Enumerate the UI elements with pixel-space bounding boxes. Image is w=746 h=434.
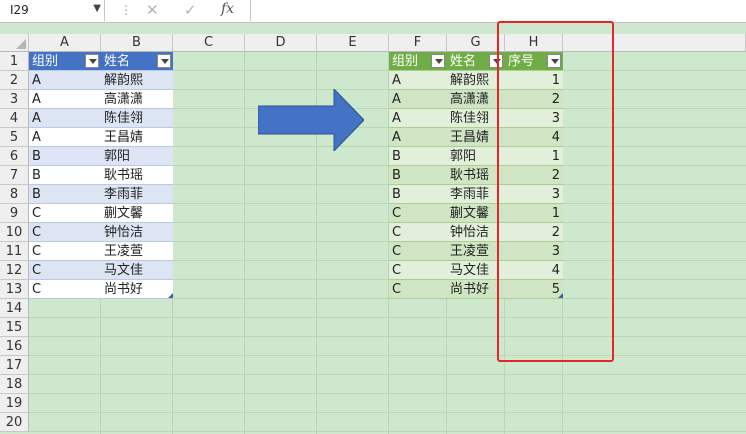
result-table-cell[interactable]: A: [389, 109, 447, 128]
row-header-13[interactable]: 13: [0, 280, 29, 299]
source-table-cell[interactable]: 郭阳: [101, 147, 173, 166]
formula-bar-grip-icon: ⋮: [120, 3, 132, 17]
column-header-d[interactable]: D: [245, 34, 317, 52]
source-table-cell[interactable]: C: [29, 242, 101, 261]
row-header-3[interactable]: 3: [0, 90, 29, 109]
gridline: [29, 412, 746, 413]
select-all-button[interactable]: [0, 34, 29, 52]
row-header-19[interactable]: 19: [0, 394, 29, 413]
source-table-cell[interactable]: 钟怡洁: [101, 223, 173, 242]
source-table-cell[interactable]: 耿书瑶: [101, 166, 173, 185]
source-table-cell[interactable]: C: [29, 261, 101, 280]
enter-icon[interactable]: ✓: [184, 1, 197, 19]
source-table-cell[interactable]: C: [29, 223, 101, 242]
row-header-12[interactable]: 12: [0, 261, 29, 280]
result-table-cell[interactable]: C: [389, 280, 447, 299]
row-header-11[interactable]: 11: [0, 242, 29, 261]
cancel-icon[interactable]: ✕: [146, 1, 159, 19]
source-table-cell[interactable]: A: [29, 128, 101, 147]
insert-function-icon[interactable]: fx: [221, 1, 234, 17]
result-table-cell[interactable]: C: [389, 242, 447, 261]
row-header-1[interactable]: 1: [0, 52, 29, 71]
row-header-20[interactable]: 20: [0, 413, 29, 432]
row-header-14[interactable]: 14: [0, 299, 29, 318]
row-header-9[interactable]: 9: [0, 204, 29, 223]
column-header-e[interactable]: E: [317, 34, 389, 52]
result-table-cell[interactable]: A: [389, 71, 447, 90]
source-table-cell[interactable]: 马文佳: [101, 261, 173, 280]
highlight-box: [497, 21, 614, 362]
result-table-cell[interactable]: B: [389, 147, 447, 166]
source-table-cell[interactable]: 陈佳翎: [101, 109, 173, 128]
row-header-17[interactable]: 17: [0, 356, 29, 375]
filter-dropdown-icon[interactable]: [157, 54, 171, 68]
table-resize-handle[interactable]: [168, 293, 173, 298]
source-table-cell[interactable]: 王昌婧: [101, 128, 173, 147]
source-table-cell[interactable]: 解韵熙: [101, 71, 173, 90]
result-table-cell[interactable]: C: [389, 204, 447, 223]
source-table-cell[interactable]: 蒯文馨: [101, 204, 173, 223]
gridline: [29, 374, 746, 375]
column-header-a[interactable]: A: [29, 34, 101, 52]
result-table-cell[interactable]: B: [389, 166, 447, 185]
source-table-cell[interactable]: A: [29, 109, 101, 128]
column-header-f[interactable]: F: [389, 34, 447, 52]
result-table-cell[interactable]: A: [389, 90, 447, 109]
gridline: [29, 355, 746, 356]
gridline: [29, 336, 746, 337]
row-header-4[interactable]: 4: [0, 109, 29, 128]
source-table-cell[interactable]: 高潇潇: [101, 90, 173, 109]
name-box-value: I29: [10, 3, 29, 17]
gridline: [244, 52, 245, 434]
source-table-cell[interactable]: 尚书好: [101, 280, 173, 299]
gridline: [29, 393, 746, 394]
source-table-cell[interactable]: 李雨菲: [101, 185, 173, 204]
source-table-cell[interactable]: B: [29, 166, 101, 185]
source-table-cell[interactable]: B: [29, 185, 101, 204]
source-table-cell[interactable]: C: [29, 280, 101, 299]
row-header-5[interactable]: 5: [0, 128, 29, 147]
row-header-7[interactable]: 7: [0, 166, 29, 185]
name-box-dropdown-icon[interactable]: ▼: [93, 3, 101, 14]
result-table-cell[interactable]: C: [389, 261, 447, 280]
right-arrow-icon: [258, 89, 364, 151]
arrow-shape: [258, 89, 364, 151]
result-table-cell[interactable]: B: [389, 185, 447, 204]
row-header-18[interactable]: 18: [0, 375, 29, 394]
filter-dropdown-icon[interactable]: [431, 54, 445, 68]
row-header-16[interactable]: 16: [0, 337, 29, 356]
name-box[interactable]: I29 ▼: [0, 0, 105, 21]
formula-bar: I29 ▼ ⋮ ✕ ✓ fx: [0, 0, 746, 23]
row-header-2[interactable]: 2: [0, 71, 29, 90]
source-table-cell[interactable]: B: [29, 147, 101, 166]
source-table-cell[interactable]: A: [29, 71, 101, 90]
row-header-6[interactable]: 6: [0, 147, 29, 166]
gridline: [29, 317, 746, 318]
column-header-b[interactable]: B: [101, 34, 173, 52]
result-table-cell[interactable]: A: [389, 128, 447, 147]
row-header-15[interactable]: 15: [0, 318, 29, 337]
filter-dropdown-icon[interactable]: [85, 54, 99, 68]
source-table-cell[interactable]: A: [29, 90, 101, 109]
row-header-8[interactable]: 8: [0, 185, 29, 204]
formula-input[interactable]: [250, 0, 746, 21]
row-header-10[interactable]: 10: [0, 223, 29, 242]
result-table-cell[interactable]: C: [389, 223, 447, 242]
gridline: [29, 431, 746, 432]
source-table-cell[interactable]: 王凌萱: [101, 242, 173, 261]
source-table-cell[interactable]: C: [29, 204, 101, 223]
column-header-c[interactable]: C: [173, 34, 245, 52]
